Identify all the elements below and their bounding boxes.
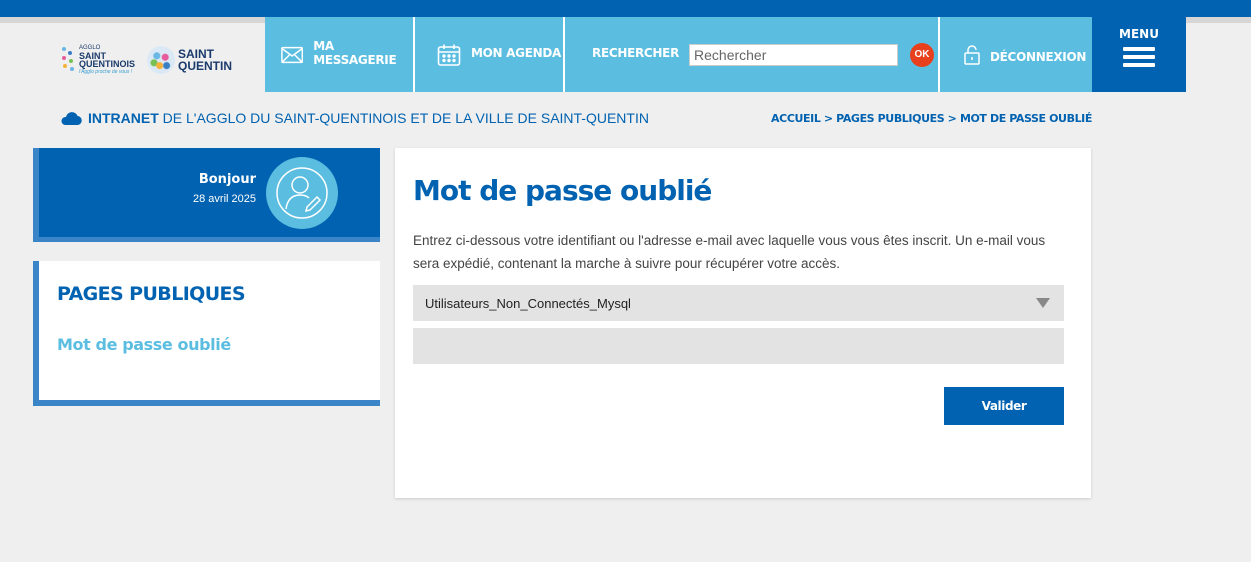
- top-bar: [0, 0, 1251, 17]
- greeting-date: 28 avril 2025: [193, 193, 256, 205]
- cloud-icon: [61, 111, 82, 125]
- avatar-edit-button[interactable]: [266, 157, 338, 229]
- saint-quentin-logo-icon: [147, 46, 176, 74]
- sidebar-title: PAGES PUBLIQUES: [57, 283, 246, 305]
- agglo-logo-tagline: l'Agglo proche de vous !: [79, 69, 133, 75]
- sq-logo-line2: QUENTIN: [178, 59, 233, 73]
- breadcrumb-home[interactable]: ACCUEIL: [771, 112, 821, 125]
- user-source-select[interactable]: Utilisateurs_Non_Connectés_Mysql: [413, 285, 1064, 321]
- menu-label: MENU: [1119, 27, 1159, 41]
- breadcrumb: ACCUEIL > PAGES PUBLIQUES > MOT DE PASSE…: [771, 112, 1092, 125]
- envelope-icon: [281, 46, 304, 63]
- nav-search: RECHERCHER OK: [565, 17, 940, 92]
- calendar-icon: [437, 44, 461, 66]
- greeting-title: Bonjour: [198, 172, 256, 187]
- triangle-down-icon: [1036, 298, 1050, 308]
- nav-logout-label: DÉCONNEXION: [990, 49, 1087, 64]
- user-edit-icon: [276, 167, 328, 219]
- intranet-rest: DE L'AGGLO DU SAINT-QUENTINOIS ET DE LA …: [162, 110, 649, 126]
- page-description: Entrez ci-dessous votre identifiant ou l…: [413, 233, 1046, 271]
- breadcrumb-current: MOT DE PASSE OUBLIÉ: [959, 112, 1092, 125]
- page-title: Mot de passe oublié: [413, 174, 712, 207]
- logos: AGGLO SAINT QUENTINOIS l'Agglo proche de…: [60, 40, 232, 80]
- search-label: RECHERCHER: [592, 45, 680, 60]
- padlock-icon: [964, 44, 980, 65]
- agglo-logo[interactable]: AGGLO SAINT QUENTINOIS l'Agglo proche de…: [60, 44, 135, 76]
- nav-agenda-label: MON AGENDA: [471, 45, 561, 60]
- menu-button[interactable]: MENU: [1092, 17, 1186, 92]
- nav-agenda[interactable]: MON AGENDA: [415, 17, 565, 92]
- saint-quentin-logo[interactable]: SAINT QUENTIN: [147, 46, 232, 74]
- intranet-bold: INTRANET: [88, 110, 159, 126]
- breadcrumb-pages-publiques[interactable]: PAGES PUBLIQUES: [836, 112, 944, 125]
- agglo-logo-line3: QUENTINOIS: [79, 59, 136, 69]
- nav-messagerie-label: MA MESSAGERIE: [313, 38, 397, 67]
- breadcrumb-separator: >: [823, 112, 833, 125]
- identifier-field[interactable]: [413, 328, 1064, 364]
- search-ok-button[interactable]: OK: [910, 42, 935, 67]
- main-panel: Mot de passe oublié Entrez ci-dessous vo…: [395, 148, 1091, 498]
- breadcrumb-separator: >: [947, 112, 957, 125]
- greeting-card: Bonjour 28 avril 2025: [33, 148, 380, 242]
- submit-button[interactable]: Valider: [944, 387, 1064, 425]
- agglo-logo-icon: [60, 45, 76, 75]
- intranet-heading: INTRANET DE L'AGGLO DU SAINT-QUENTINOIS …: [60, 110, 649, 126]
- nav-messagerie[interactable]: MA MESSAGERIE: [265, 17, 415, 92]
- top-nav: MA MESSAGERIE MON AGENDA RECHERCHER OK D…: [265, 17, 1092, 92]
- search-input[interactable]: [689, 43, 899, 66]
- nav-logout[interactable]: DÉCONNEXION: [940, 17, 1092, 92]
- user-source-select-value: Utilisateurs_Non_Connectés_Mysql: [425, 295, 631, 311]
- sidebar: PAGES PUBLIQUES Mot de passe oublié: [33, 261, 380, 406]
- sidebar-item-mot-de-passe-oublie[interactable]: Mot de passe oublié: [57, 335, 380, 354]
- hamburger-icon: [1123, 43, 1155, 67]
